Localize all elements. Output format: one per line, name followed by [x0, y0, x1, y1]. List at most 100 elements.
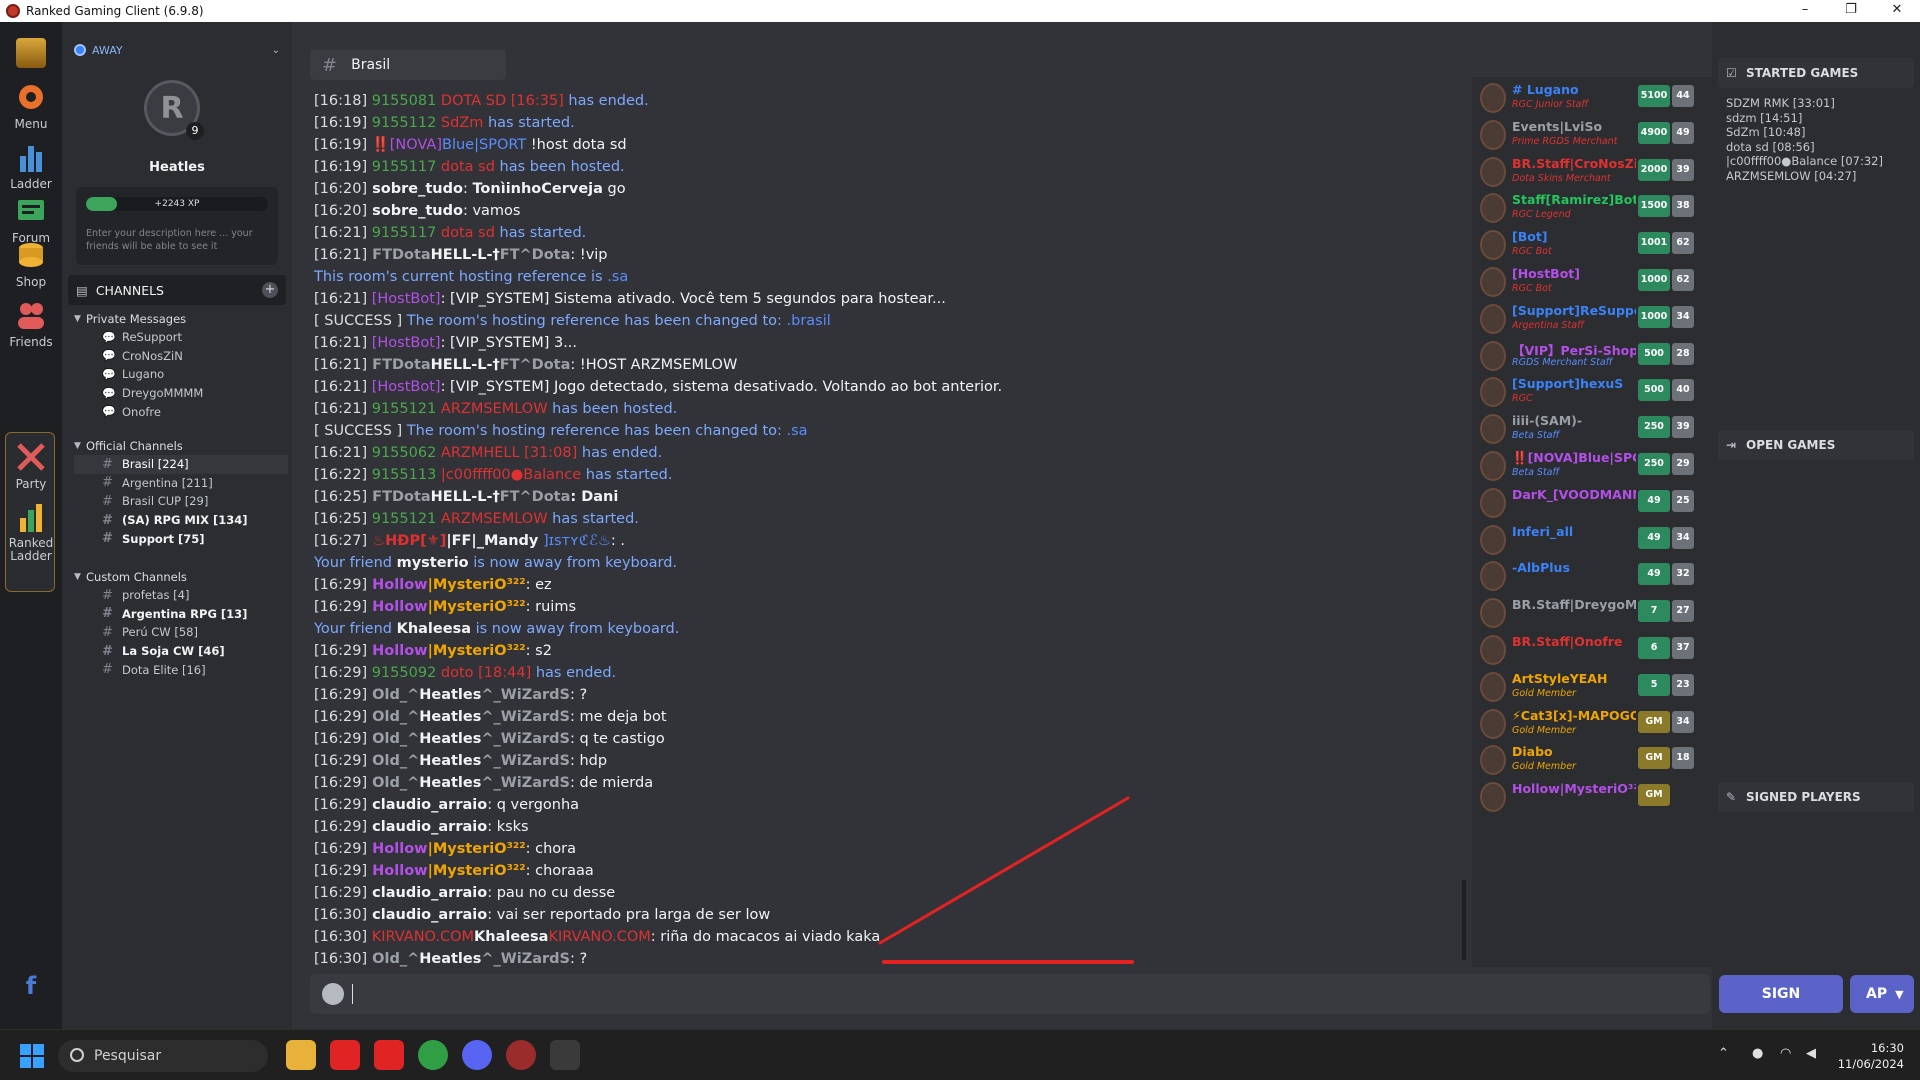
window-title: Ranked Gaming Client (6.9.8) — [26, 4, 204, 18]
description-input[interactable]: Enter your description here ... your fri… — [86, 227, 268, 253]
nav-friends[interactable]: Friends — [0, 298, 62, 349]
message-segment: has started. — [483, 115, 575, 131]
channel-item[interactable]: # Support [75] — [74, 529, 288, 548]
close-button[interactable]: ✕ — [1874, 0, 1920, 22]
avatar[interactable]: R 9 — [144, 80, 204, 140]
hash-icon: # — [102, 643, 113, 659]
message-timestamp: [16:20] — [314, 203, 368, 219]
private-messages-toggle[interactable]: ▼ Private Messages — [74, 310, 288, 328]
channel-item-label: Brasil [224] — [122, 457, 189, 472]
speaker-icon[interactable]: ◀ — [1806, 1046, 1816, 1061]
started-game-item[interactable]: SDZM RMK [33:01] — [1726, 96, 1883, 111]
minimize-button[interactable]: – — [1782, 0, 1828, 22]
chat-input[interactable] — [310, 974, 1710, 1014]
member-row[interactable]: [Support]hexuS RGC 500 40 — [1472, 371, 1702, 411]
member-row[interactable]: # Lugano RGC Junior Staff 5100 44 — [1472, 77, 1702, 117]
open-games-header[interactable]: ⇥ OPEN GAMES — [1718, 430, 1914, 460]
chat-message: [16:29] claudio_arraio: ksks — [314, 816, 1454, 838]
member-row[interactable]: [HostBot] RGC Bot 1000 62 — [1472, 261, 1702, 301]
warcraft-logo-icon[interactable] — [0, 38, 62, 71]
message-timestamp: [16:21] — [314, 335, 368, 351]
clock[interactable]: 16:30 11/06/2024 — [1824, 1040, 1904, 1072]
maximize-button[interactable]: ❐ — [1828, 0, 1874, 22]
channel-item[interactable]: 💬 Onofre — [74, 402, 288, 421]
official-channels-toggle[interactable]: ▼ Official Channels — [74, 437, 288, 455]
message-list[interactable]: [16:18] 9155081 DOTA SD [16:35] has ende… — [314, 90, 1454, 983]
chevron-up-icon[interactable]: ⌃ — [1718, 1046, 1729, 1061]
member-row[interactable]: [Support]ReSupportArgentina Staff 100034 — [1472, 298, 1702, 338]
member-row[interactable]: BR.Staff|CroNosZiN Dota Skins Merchant 200… — [1472, 151, 1702, 191]
message-segment: has ended. — [577, 445, 663, 461]
member-row[interactable]: ArtStyleYEAH Gold Member 5 23 — [1472, 666, 1702, 706]
nav-ladder[interactable]: Ladder — [0, 140, 62, 191]
nav-shop[interactable]: Shop — [0, 238, 62, 289]
member-row[interactable]: Staff[Ramirez]Bot RGC Legend 1500 38 — [1472, 187, 1702, 227]
started-game-item[interactable]: dota sd [08:56] — [1726, 140, 1883, 155]
emoji-icon[interactable] — [322, 983, 344, 1005]
channel-item[interactable]: # Argentina [211] — [74, 474, 288, 493]
channel-item[interactable]: 💬 ReSupport — [74, 328, 288, 347]
custom-channels-toggle[interactable]: ▼ Custom Channels — [74, 568, 288, 586]
channel-item[interactable]: # (SA) RPG MIX [134] — [74, 511, 288, 530]
windows-start-icon[interactable] — [20, 1044, 44, 1068]
ranked-gaming-client-icon[interactable] — [506, 1040, 536, 1070]
channel-item[interactable]: # Dota Elite [16] — [74, 660, 288, 679]
channel-item-label: Argentina [211] — [122, 475, 213, 490]
channel-item[interactable]: # Argentina RPG [13] — [74, 605, 288, 624]
message-segment: is now away from keyboard. — [468, 555, 678, 571]
member-row[interactable]: -AlbPlus 49 32 — [1472, 555, 1702, 595]
member-row[interactable]: Diabo Gold Member GM 18 — [1472, 739, 1702, 779]
member-row[interactable]: iiii-(SAM)- Beta Staff 250 39 — [1472, 408, 1702, 448]
wifi-icon[interactable]: ◠ — [1780, 1046, 1791, 1061]
started-games-header[interactable]: ☑ STARTED GAMES — [1718, 58, 1914, 88]
channel-item[interactable]: # La Soja CW [46] — [74, 642, 288, 661]
chat-scrollbar[interactable] — [1462, 880, 1466, 960]
member-row[interactable]: ⚡Cat3[x]-MAPOGO Gold Member GM 34 — [1472, 703, 1702, 743]
signed-players-header[interactable]: ✎ SIGNED PLAYERS — [1718, 782, 1914, 812]
channel-item[interactable]: # profetas [4] — [74, 586, 288, 605]
status-selector[interactable]: AWAY ⌄ — [74, 42, 284, 58]
member-row[interactable]: BR.Staff|Onofre 6 37 — [1472, 629, 1702, 669]
ap-button[interactable]: AP ▼ — [1850, 975, 1914, 1013]
warcraft-app-icon[interactable] — [550, 1040, 580, 1070]
sign-button[interactable]: SIGN — [1719, 975, 1843, 1013]
channel-item[interactable]: # Perú CW [58] — [74, 623, 288, 642]
member-name: -AlbPlus — [1512, 560, 1570, 576]
message-segment: KIRVANO.COM — [548, 929, 651, 945]
file-explorer-icon[interactable] — [286, 1040, 316, 1070]
microphone-icon[interactable]: ● — [1752, 1046, 1763, 1061]
nav-menu[interactable]: Menu — [0, 80, 62, 131]
nav-ranked-ladder[interactable]: Ranked Ladder — [0, 500, 62, 563]
youtube-icon[interactable] — [330, 1040, 360, 1070]
taskbar-search[interactable]: Pesquisar — [58, 1040, 268, 1072]
channel-item[interactable]: # Brasil [224] — [74, 455, 288, 474]
member-row[interactable]: 【VIP】PerSi-Shop RGDS Merchant Staff 500 28 — [1472, 335, 1702, 375]
message-segment: : ? — [570, 687, 588, 703]
channel-item[interactable]: 💬 Lugano — [74, 365, 288, 384]
member-row[interactable]: Inferi_all 49 34 — [1472, 519, 1702, 559]
channel-item[interactable]: 💬 DreygoMMMM — [74, 384, 288, 403]
member-row[interactable]: ‼️[NOVA]Blue|SPORT Beta Staff 25029 — [1472, 445, 1702, 485]
member-row[interactable]: [Bot] RGC Bot 1001 62 — [1472, 224, 1702, 264]
add-channel-button[interactable]: + — [262, 282, 278, 298]
started-game-item[interactable]: sdzm [14:51] — [1726, 111, 1883, 126]
message-timestamp: [16:29] — [314, 577, 368, 593]
chat-message: Your friend mysterio is now away from ke… — [314, 552, 1454, 574]
channel-item[interactable]: # Brasil CUP [29] — [74, 492, 288, 511]
youtube-icon[interactable] — [374, 1040, 404, 1070]
member-name: Diabo — [1512, 744, 1553, 760]
member-row[interactable]: Hollow|MysteriO³²² GM — [1472, 776, 1702, 816]
nav-party[interactable]: Party — [0, 440, 62, 491]
message-segment: : q vergonha — [487, 797, 580, 813]
member-row[interactable]: Events|LviSo Prime RGDS Merchant 4900 49 — [1472, 114, 1702, 154]
chrome-icon[interactable] — [418, 1040, 448, 1070]
started-game-item[interactable]: |c00ffff00●Balance [07:32] — [1726, 154, 1883, 169]
started-game-item[interactable]: ARZMSEMLOW [04:27] — [1726, 169, 1883, 184]
facebook-icon[interactable]: f — [0, 972, 62, 1000]
member-row[interactable]: BR.Staff|DreygoMMMM727 — [1472, 592, 1702, 632]
discord-icon[interactable] — [462, 1040, 492, 1070]
started-game-item[interactable]: SdZm [10:48] — [1726, 125, 1883, 140]
channel-item[interactable]: 💬 CroNosZiN — [74, 347, 288, 366]
member-list[interactable]: # Lugano RGC Junior Staff 5100 44 Events|Lvi… — [1472, 77, 1712, 967]
member-row[interactable]: DarK_[VOODMANN] 49 25 — [1472, 482, 1702, 522]
